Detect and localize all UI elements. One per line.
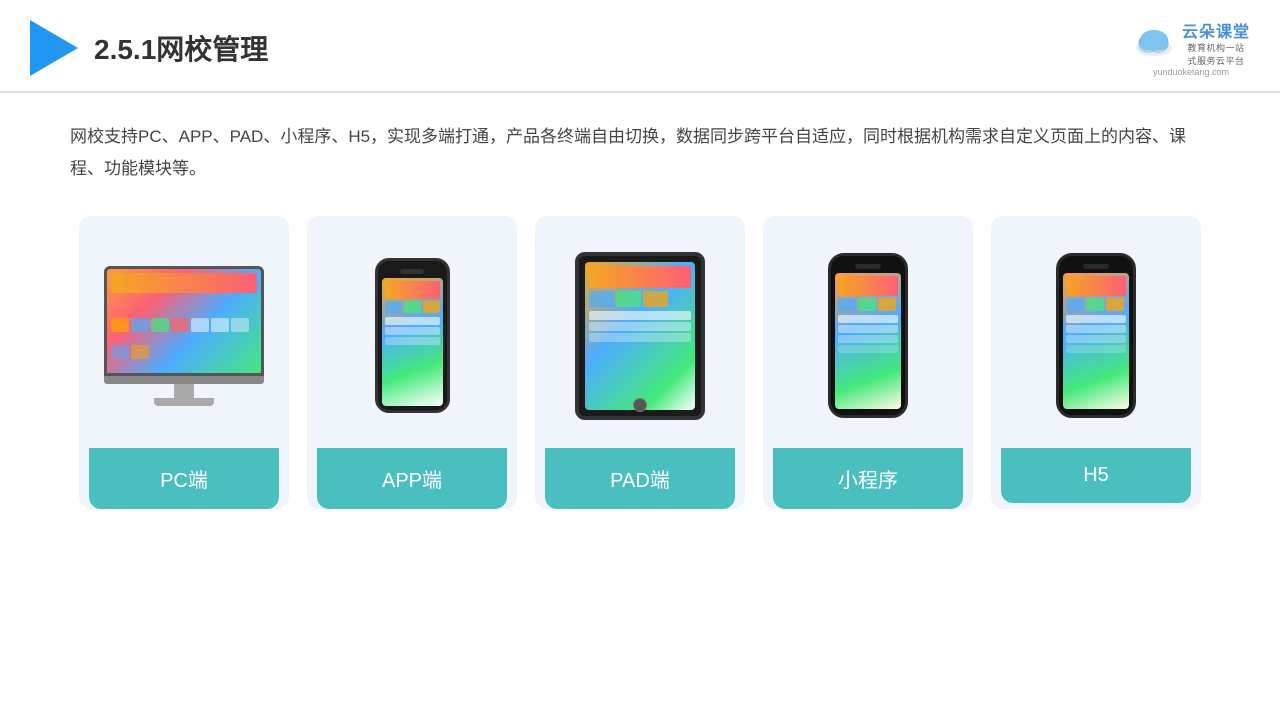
phone-screen <box>382 278 443 406</box>
card-miniapp-image <box>773 236 963 436</box>
brand-name: 云朵课堂 <box>1182 18 1250 42</box>
brand-name-block: 云朵课堂 教育机构一站式服务云平台 <box>1182 18 1250 67</box>
brand-tagline: 教育机构一站式服务云平台 <box>1182 42 1250 67</box>
brand-logo: 云朵课堂 教育机构一站式服务云平台 yunduoketang.com <box>1132 18 1250 77</box>
monitor <box>104 266 264 376</box>
h5-phone-mock <box>1056 253 1136 418</box>
tablet-screen <box>585 262 695 410</box>
monitor-stand-base <box>154 398 214 406</box>
card-app-label: APP端 <box>317 448 507 509</box>
card-app: APP端 <box>307 216 517 509</box>
cloud-icon <box>1132 28 1176 58</box>
h5-phone-screen <box>1063 273 1129 409</box>
page-title: 2.5.1网校管理 <box>94 28 268 68</box>
miniphone-notch <box>855 264 881 269</box>
card-pad: PAD端 <box>535 216 745 509</box>
monitor-screen <box>107 269 261 373</box>
description-text: 网校支持PC、APP、PAD、小程序、H5，实现多端打通，产品各终端自由切换，数… <box>70 121 1210 186</box>
card-pad-label: PAD端 <box>545 448 735 509</box>
phone-notch <box>400 269 424 274</box>
card-pc: PC端 <box>79 216 289 509</box>
monitor-bar <box>104 376 264 384</box>
card-miniapp: 小程序 <box>763 216 973 509</box>
header-right: 云朵课堂 教育机构一站式服务云平台 yunduoketang.com <box>1132 18 1250 77</box>
miniphone-mock <box>828 253 908 418</box>
header-left: 2.5.1网校管理 <box>30 20 268 76</box>
card-app-image <box>317 236 507 436</box>
card-pc-label: PC端 <box>89 448 279 509</box>
card-h5-label: H5 <box>1001 448 1191 503</box>
card-h5: H5 <box>991 216 1201 509</box>
miniphone-screen <box>835 273 901 409</box>
h5-phone-notch <box>1083 264 1109 269</box>
pc-mock <box>104 266 264 406</box>
logo-triangle-icon <box>30 20 78 76</box>
phone-mock <box>375 258 450 413</box>
card-pc-image <box>89 236 279 436</box>
content: 网校支持PC、APP、PAD、小程序、H5，实现多端打通，产品各终端自由切换，数… <box>0 93 1280 529</box>
monitor-stand-neck <box>174 384 194 398</box>
brand-logo-icon: 云朵课堂 教育机构一站式服务云平台 <box>1132 18 1250 67</box>
tablet-mock <box>575 252 705 420</box>
tablet-home-button <box>633 398 647 412</box>
card-h5-image <box>1001 236 1191 436</box>
card-miniapp-label: 小程序 <box>773 448 963 509</box>
header: 2.5.1网校管理 云朵课堂 教育机构一站式服务云平台 <box>0 0 1280 93</box>
brand-url: yunduoketang.com <box>1153 67 1229 77</box>
card-pad-image <box>545 236 735 436</box>
cards-container: PC端 <box>70 216 1210 509</box>
